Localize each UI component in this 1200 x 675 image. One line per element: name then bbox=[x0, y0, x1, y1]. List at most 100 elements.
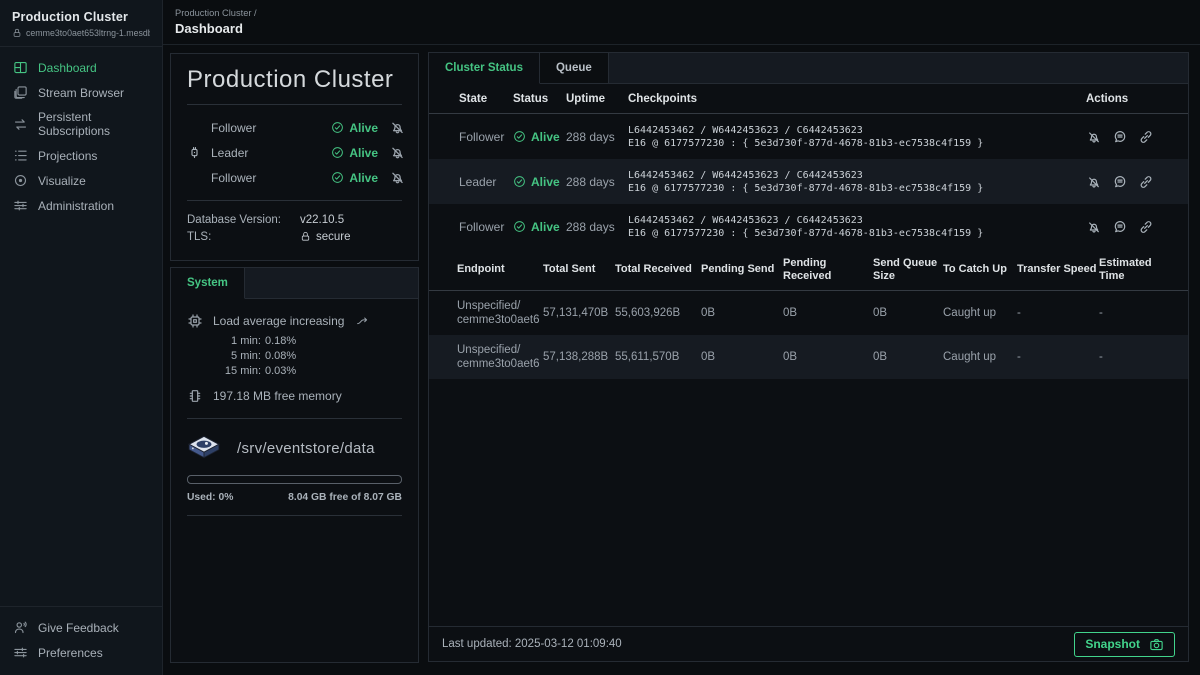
total-sent: 57,131,470B bbox=[543, 307, 615, 319]
snapshot-button[interactable]: Snapshot bbox=[1074, 632, 1175, 657]
bell-slash-icon[interactable] bbox=[389, 169, 406, 186]
load-average-values: 1 min:0.18% 5 min:0.08% 15 min:0.03% bbox=[171, 333, 418, 378]
node-state: Follower bbox=[459, 220, 513, 234]
link-icon[interactable] bbox=[1138, 174, 1154, 190]
sidebar: Production Cluster cemme3to0aet653ltrng-… bbox=[0, 0, 163, 675]
dashboard-icon bbox=[13, 60, 28, 75]
check-circle-icon bbox=[331, 121, 344, 134]
page-title: Dashboard bbox=[175, 21, 1200, 36]
cluster-node-list: Follower Alive Leader Alive bbox=[171, 105, 418, 200]
free-memory-text: 197.18 MB free memory bbox=[213, 389, 342, 403]
cluster-name: Production Cluster bbox=[12, 10, 150, 24]
cluster-overview-card: Production Cluster Follower Alive Leader bbox=[170, 53, 419, 261]
row-actions bbox=[1086, 129, 1178, 145]
load-average-title: Load average increasing bbox=[213, 314, 344, 328]
total-received: 55,611,570B bbox=[615, 351, 701, 363]
feedback-icon bbox=[13, 620, 28, 635]
bell-slash-icon[interactable] bbox=[1086, 174, 1102, 190]
leader-plug-icon bbox=[187, 145, 202, 160]
breadcrumb[interactable]: Production Cluster / bbox=[175, 8, 1200, 18]
bell-slash-icon[interactable] bbox=[389, 119, 406, 136]
bell-slash-icon[interactable] bbox=[389, 144, 406, 161]
node-role: Leader bbox=[211, 146, 331, 160]
sidebar-item-label: Stream Browser bbox=[38, 86, 124, 100]
bell-slash-icon[interactable] bbox=[1086, 219, 1102, 235]
row-actions bbox=[1086, 174, 1178, 190]
db-version-label: Database Version: bbox=[187, 214, 300, 226]
tls-label: TLS: bbox=[187, 231, 300, 243]
sidebar-footer: Give Feedback Preferences bbox=[0, 606, 162, 675]
sidebar-item-label: Give Feedback bbox=[38, 621, 119, 635]
check-circle-icon bbox=[331, 146, 344, 159]
link-icon[interactable] bbox=[1138, 219, 1154, 235]
cluster-table-header: State Status Uptime Checkpoints Actions bbox=[429, 84, 1188, 114]
to-catch-up: Caught up bbox=[943, 307, 1017, 319]
layers-icon bbox=[13, 85, 28, 100]
pending-send: 0B bbox=[701, 307, 783, 319]
sidebar-item-give-feedback[interactable]: Give Feedback bbox=[0, 615, 162, 640]
cluster-table-row: Follower Alive 288 days L6442453462 / W6… bbox=[429, 204, 1188, 249]
endpoint-cell: Unspecified/ cemme3to0aet6 bbox=[457, 299, 543, 327]
sidebar-item-label: Persistent Subscriptions bbox=[38, 110, 149, 138]
free-memory-row: 197.18 MB free memory bbox=[171, 388, 418, 404]
total-received: 55,603,926B bbox=[615, 307, 701, 319]
check-circle-icon bbox=[331, 171, 344, 184]
endpoint-cell: Unspecified/ cemme3to0aet6 bbox=[457, 343, 543, 371]
sidebar-item-preferences[interactable]: Preferences bbox=[0, 640, 162, 665]
disk-usage-bar bbox=[187, 475, 402, 484]
cluster-meta: Database Version: v22.10.5 TLS: secure bbox=[171, 201, 418, 255]
replication-table-row: Unspecified/ cemme3to0aet6 57,138,288B 5… bbox=[429, 335, 1188, 379]
node-state: Leader bbox=[459, 175, 513, 189]
node-checkpoints: L6442453462 / W6442453623 / C6442453623 … bbox=[628, 169, 1086, 195]
pending-received: 0B bbox=[783, 307, 873, 319]
cluster-node-row: Leader Alive bbox=[187, 140, 406, 165]
sidebar-item-projections[interactable]: Projections bbox=[0, 143, 162, 168]
sidebar-item-persistent-subscriptions[interactable]: Persistent Subscriptions bbox=[0, 105, 162, 143]
node-uptime: 288 days bbox=[566, 175, 628, 189]
node-status: Alive bbox=[331, 121, 378, 135]
tls-value: secure bbox=[300, 231, 402, 243]
disk-free: 8.04 GB free of 8.07 GB bbox=[288, 492, 402, 503]
cluster-host-text: cemme3to0aet653ltrng-1.mesdb.... bbox=[26, 28, 150, 38]
sidebar-item-visualize[interactable]: Visualize bbox=[0, 168, 162, 193]
cluster-table-row: Leader Alive 288 days L6442453462 / W644… bbox=[429, 159, 1188, 204]
load-average-row: Load average increasing bbox=[171, 313, 418, 329]
lock-icon bbox=[12, 28, 22, 38]
replication-table-header: Endpoint Total Sent Total Received Pendi… bbox=[429, 249, 1188, 291]
camera-icon bbox=[1149, 637, 1164, 652]
message-icon[interactable] bbox=[1112, 219, 1128, 235]
system-tabstrip: System bbox=[171, 268, 418, 299]
message-icon[interactable] bbox=[1112, 129, 1128, 145]
link-icon[interactable] bbox=[1138, 129, 1154, 145]
tab-cluster-status[interactable]: Cluster Status bbox=[429, 53, 540, 84]
tab-queue[interactable]: Queue bbox=[540, 53, 609, 83]
node-status: Alive bbox=[331, 171, 378, 185]
bell-slash-icon[interactable] bbox=[1086, 129, 1102, 145]
memory-chip-icon bbox=[187, 388, 203, 404]
node-status: Alive bbox=[513, 130, 566, 144]
last-updated: Last updated: 2025-03-12 01:09:40 bbox=[442, 638, 622, 650]
sidebar-item-stream-browser[interactable]: Stream Browser bbox=[0, 80, 162, 105]
system-card: System Load average increasing 1 min:0.1… bbox=[170, 267, 419, 663]
cluster-host: cemme3to0aet653ltrng-1.mesdb.... bbox=[12, 28, 150, 38]
disk-used: Used: 0% bbox=[187, 492, 233, 503]
snapshot-label: Snapshot bbox=[1085, 637, 1140, 651]
tab-system[interactable]: System bbox=[171, 268, 245, 299]
node-uptime: 288 days bbox=[566, 220, 628, 234]
node-state: Follower bbox=[459, 130, 513, 144]
sidebar-item-dashboard[interactable]: Dashboard bbox=[0, 55, 162, 80]
sidebar-header: Production Cluster cemme3to0aet653ltrng-… bbox=[0, 0, 162, 47]
sidebar-item-administration[interactable]: Administration bbox=[0, 193, 162, 218]
sidebar-item-label: Visualize bbox=[38, 174, 86, 188]
replication-table-row: Unspecified/ cemme3to0aet6 57,131,470B 5… bbox=[429, 291, 1188, 335]
pending-send: 0B bbox=[701, 351, 783, 363]
message-icon[interactable] bbox=[1112, 174, 1128, 190]
cluster-node-row: Follower Alive bbox=[187, 115, 406, 140]
sidebar-item-label: Dashboard bbox=[38, 61, 97, 75]
swap-arrows-icon bbox=[13, 117, 28, 132]
send-queue-size: 0B bbox=[873, 351, 943, 363]
total-sent: 57,138,288B bbox=[543, 351, 615, 363]
disk-usage-row: Used: 0% 8.04 GB free of 8.07 GB bbox=[187, 492, 402, 503]
node-role: Follower bbox=[211, 171, 331, 185]
main-tabstrip: Cluster Status Queue bbox=[429, 53, 1188, 84]
